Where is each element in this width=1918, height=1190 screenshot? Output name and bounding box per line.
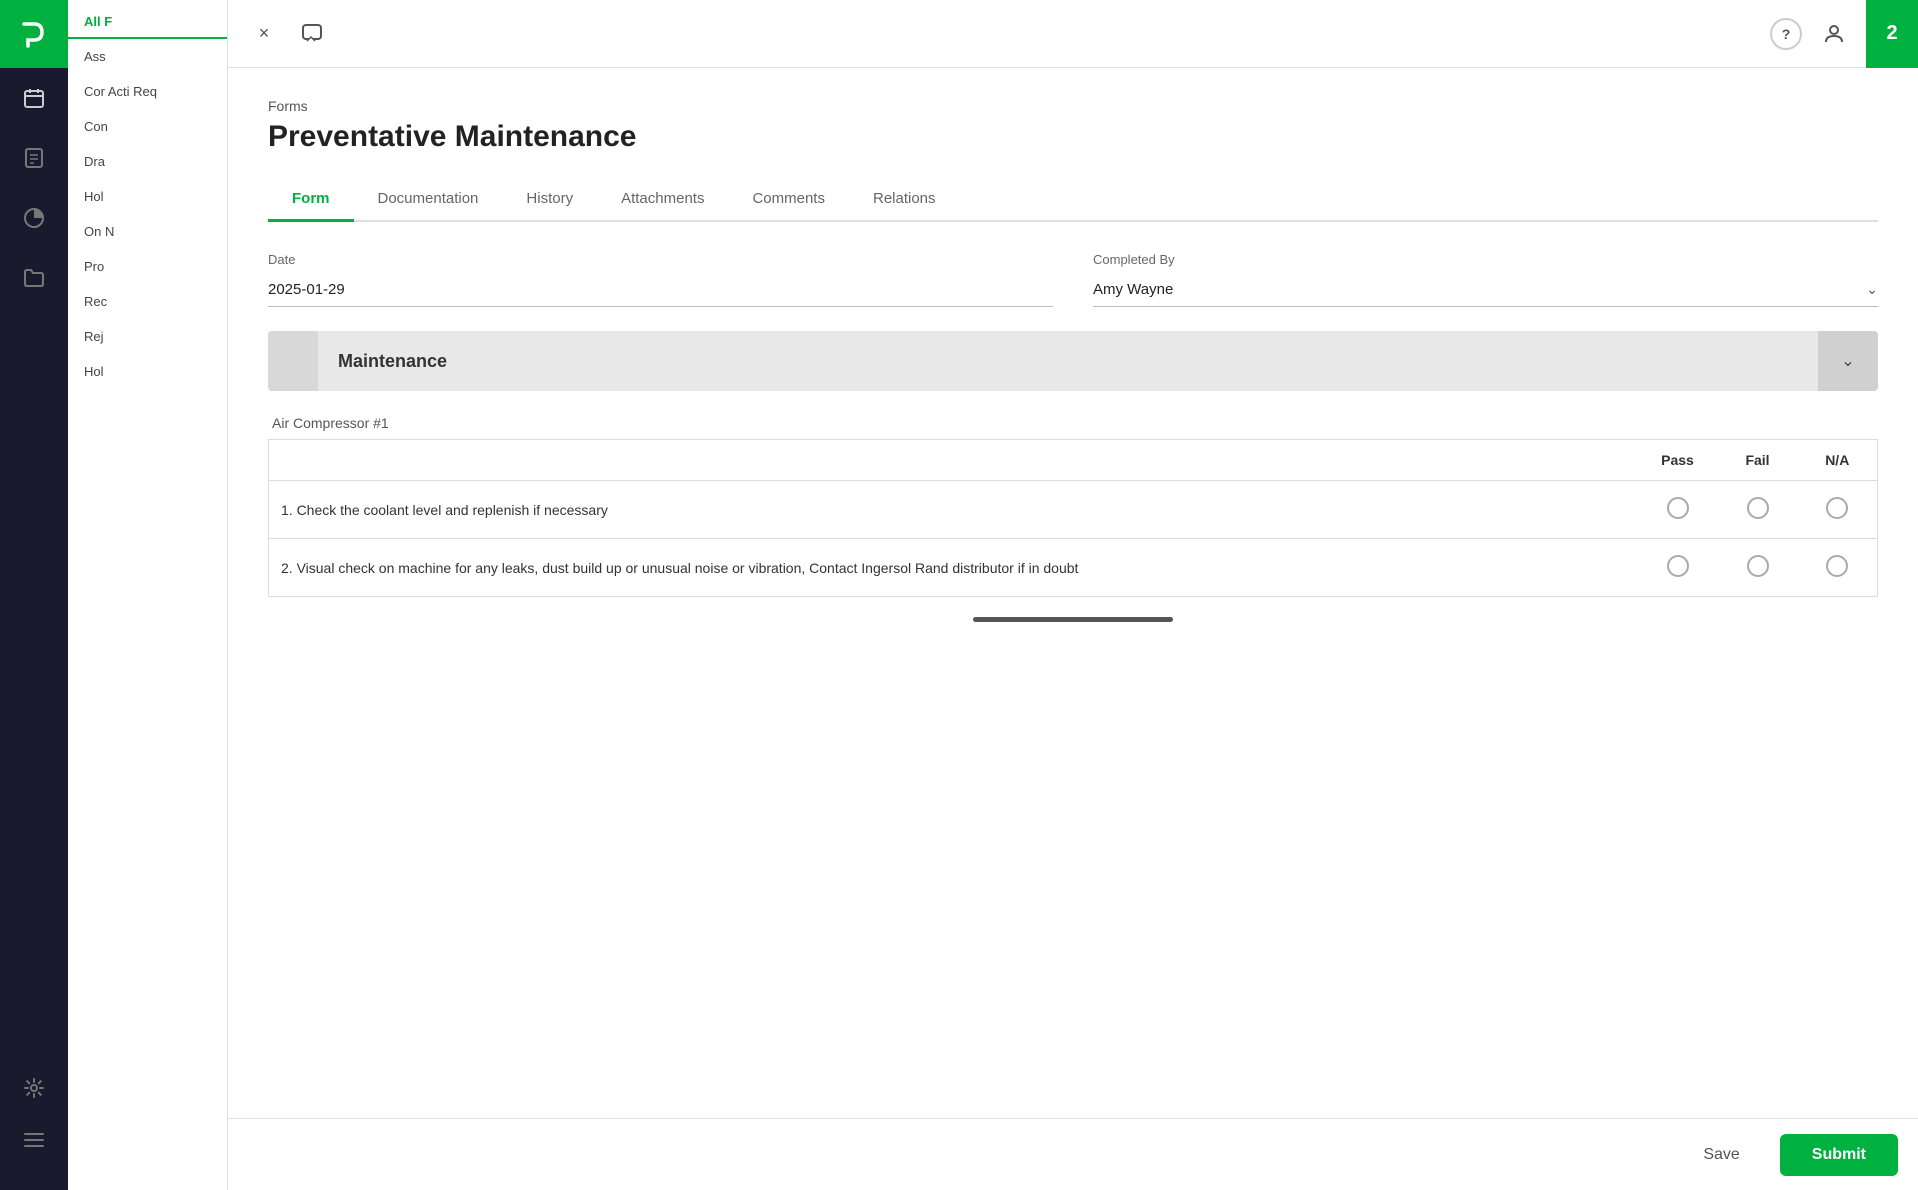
scroll-indicator xyxy=(973,617,1173,622)
sidebar-menu-icon[interactable] xyxy=(12,1118,56,1162)
form-area: Forms Preventative Maintenance Form Docu… xyxy=(228,68,1918,1118)
tabs: Form Documentation History Attachments C… xyxy=(268,178,1878,222)
table-row: 1. Check the coolant level and replenish… xyxy=(269,481,1878,539)
col-pass: Pass xyxy=(1638,440,1718,481)
date-value[interactable]: 2025-01-29 xyxy=(268,273,1053,307)
left-panel-item[interactable]: Rej xyxy=(68,319,227,354)
radio-fail[interactable] xyxy=(1747,497,1769,519)
date-label: Date xyxy=(268,252,1053,267)
check-table: Pass Fail N/A 1. Check the coolant level… xyxy=(268,439,1878,597)
left-panel-item[interactable]: Pro xyxy=(68,249,227,284)
completed-by-field: Completed By Amy Wayne ⌄ xyxy=(1093,252,1878,307)
col-fail: Fail xyxy=(1718,440,1798,481)
submit-button[interactable]: Submit xyxy=(1780,1134,1898,1176)
radio-fail[interactable] xyxy=(1747,555,1769,577)
row-pass[interactable] xyxy=(1638,539,1718,597)
radio-pass[interactable] xyxy=(1667,497,1689,519)
left-panel-item[interactable]: Con xyxy=(68,109,227,144)
save-button[interactable]: Save xyxy=(1675,1136,1767,1174)
close-button[interactable]: × xyxy=(248,18,280,50)
row-description: 2. Visual check on machine for any leaks… xyxy=(269,539,1638,597)
left-panel-header: All F xyxy=(68,0,227,39)
tab-documentation[interactable]: Documentation xyxy=(354,178,503,222)
breadcrumb: Forms xyxy=(268,98,1878,114)
tab-attachments[interactable]: Attachments xyxy=(597,178,728,222)
help-button[interactable]: ? xyxy=(1770,18,1802,50)
left-panel-item[interactable]: Hol xyxy=(68,179,227,214)
left-panel-item[interactable]: Cor Acti Req xyxy=(68,74,227,109)
left-panel-item[interactable]: On N xyxy=(68,214,227,249)
section-number xyxy=(268,331,318,391)
sidebar-document-icon[interactable] xyxy=(12,136,56,180)
user-button[interactable] xyxy=(1818,18,1850,50)
col-na: N/A xyxy=(1798,440,1878,481)
tab-form[interactable]: Form xyxy=(268,178,354,222)
logo[interactable] xyxy=(0,0,68,68)
chevron-down-icon: ⌄ xyxy=(1866,281,1878,298)
table-group-label: Air Compressor #1 xyxy=(268,415,1878,431)
left-panel-item[interactable]: Ass xyxy=(68,39,227,74)
tab-relations[interactable]: Relations xyxy=(849,178,960,222)
form-row-date: Date 2025-01-29 Completed By Amy Wayne ⌄ xyxy=(268,252,1878,307)
row-description: 1. Check the coolant level and replenish… xyxy=(269,481,1638,539)
radio-pass[interactable] xyxy=(1667,555,1689,577)
section-toggle[interactable]: ⌄ xyxy=(1818,331,1878,391)
completed-by-label: Completed By xyxy=(1093,252,1878,267)
radio-na[interactable] xyxy=(1826,555,1848,577)
left-panel: All F Ass Cor Acti Req Con Dra Hol On N … xyxy=(68,0,228,1190)
row-na[interactable] xyxy=(1798,481,1878,539)
page-title: Preventative Maintenance xyxy=(268,120,1878,154)
section-header: Maintenance ⌄ xyxy=(268,331,1878,391)
table-row: 2. Visual check on machine for any leaks… xyxy=(269,539,1878,597)
bottom-bar: Save Submit xyxy=(228,1118,1918,1190)
date-field: Date 2025-01-29 xyxy=(268,252,1053,307)
chevron-down-icon: ⌄ xyxy=(1841,351,1854,371)
tab-comments[interactable]: Comments xyxy=(728,178,849,222)
chat-button[interactable] xyxy=(296,18,328,50)
completed-by-value[interactable]: Amy Wayne ⌄ xyxy=(1093,273,1878,307)
sidebar-calendar-icon[interactable] xyxy=(12,76,56,120)
row-na[interactable] xyxy=(1798,539,1878,597)
sidebar-chart-icon[interactable] xyxy=(12,196,56,240)
left-panel-item[interactable]: Dra xyxy=(68,144,227,179)
left-panel-item[interactable]: Hol xyxy=(68,354,227,389)
sidebar xyxy=(0,0,68,1190)
col-description xyxy=(269,440,1638,481)
row-fail[interactable] xyxy=(1718,481,1798,539)
top-bar: × ? 2 xyxy=(228,0,1918,68)
left-panel-item[interactable]: Rec xyxy=(68,284,227,319)
radio-na[interactable] xyxy=(1826,497,1848,519)
notification-badge[interactable]: 2 xyxy=(1866,0,1918,68)
row-pass[interactable] xyxy=(1638,481,1718,539)
sidebar-settings-icon[interactable] xyxy=(12,1066,56,1110)
main-content: × ? 2 Forms Preventative Maintenance For… xyxy=(228,0,1918,1190)
row-fail[interactable] xyxy=(1718,539,1798,597)
section-title: Maintenance xyxy=(318,333,1818,390)
sidebar-folder-icon[interactable] xyxy=(12,256,56,300)
tab-history[interactable]: History xyxy=(502,178,597,222)
